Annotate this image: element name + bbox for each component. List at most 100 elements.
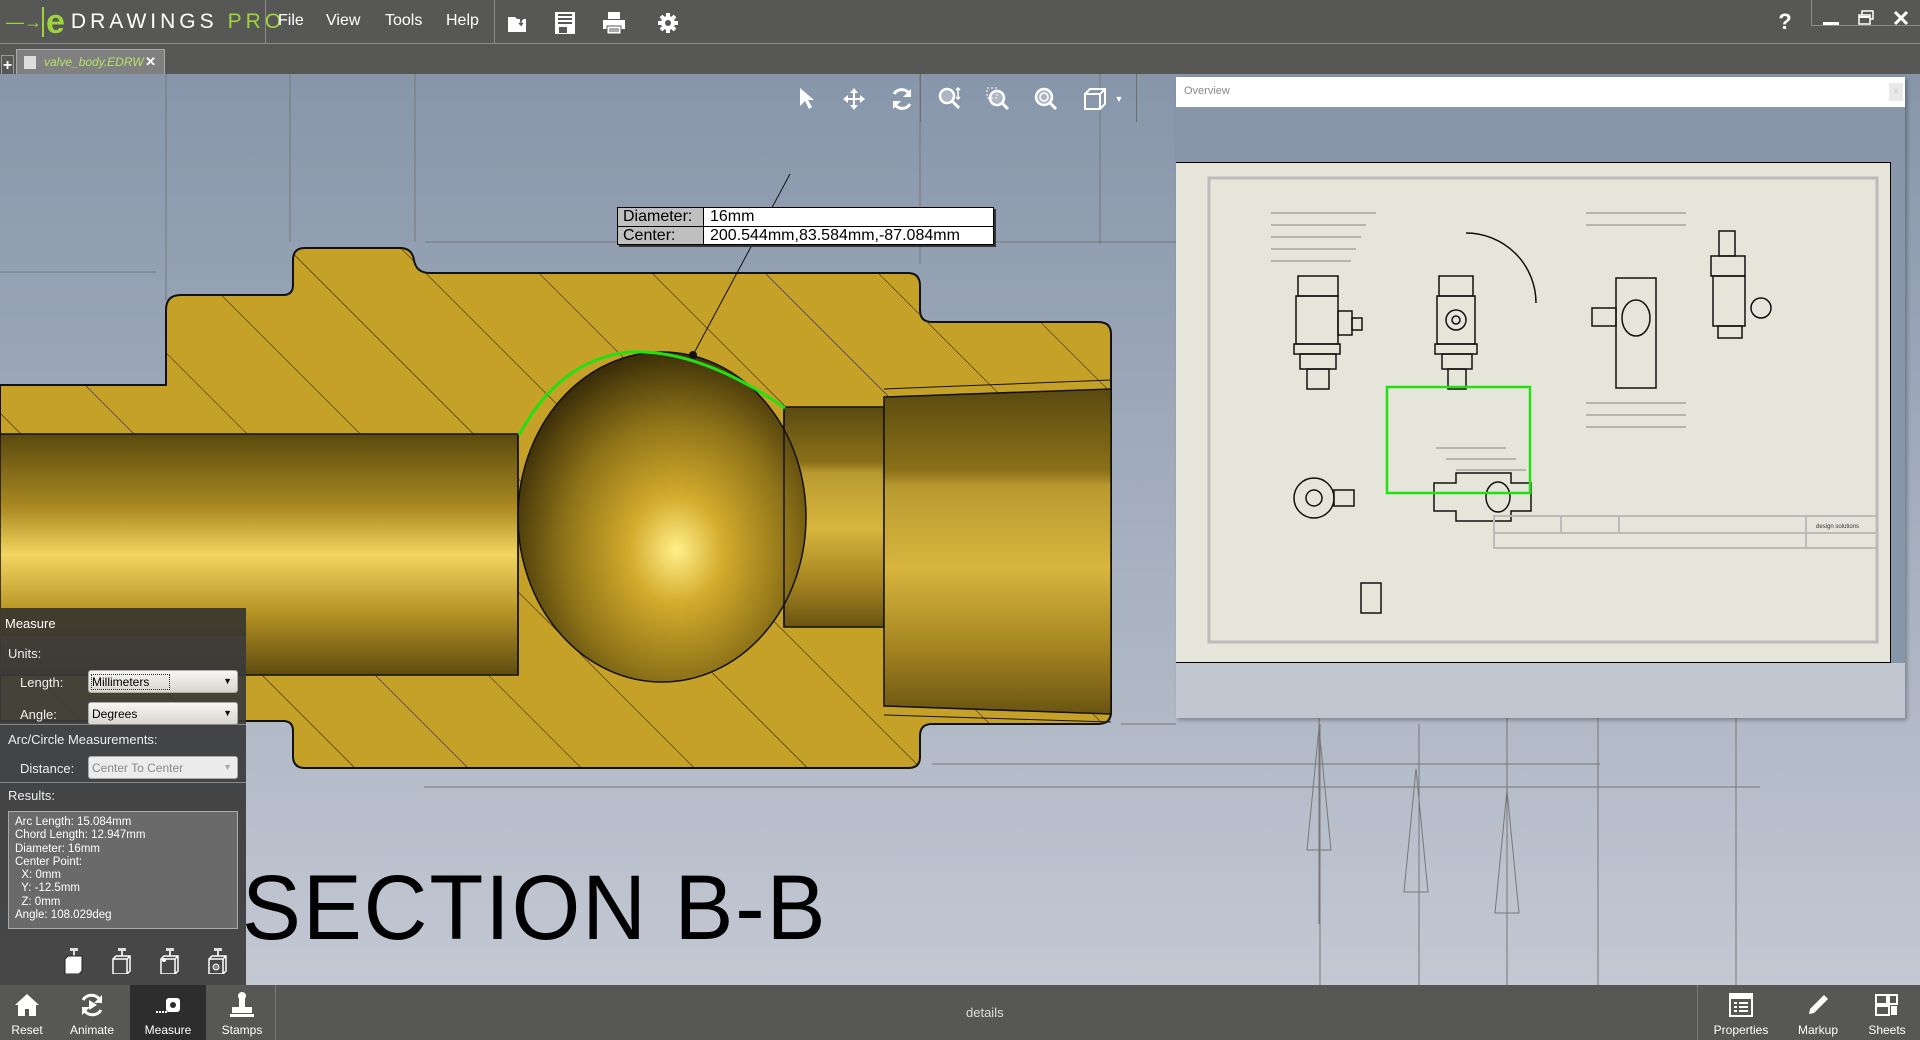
pencil-icon	[1804, 991, 1832, 1019]
callout-row: Diameter: 16mm	[618, 208, 993, 226]
reset-button[interactable]: Reset	[0, 985, 54, 1040]
sheets-label: Sheets	[1868, 1023, 1906, 1037]
dimension-lines	[1271, 212, 1686, 471]
restore-button[interactable]	[1850, 4, 1882, 32]
company-logo-text: design solutions	[1816, 524, 1859, 530]
animate-icon	[78, 991, 106, 1019]
callout-value: 16mm	[710, 208, 755, 225]
distance-value: Center To Center	[92, 761, 184, 775]
measurement-callout: Diameter: 16mm Center: 200.544mm,83.584mm,…	[617, 207, 994, 245]
zoom-to-fit-icon[interactable]	[1031, 84, 1061, 114]
stamp-icon	[228, 991, 256, 1019]
callout-row: Center: 200.544mm,83.584mm,-87.084mm	[618, 226, 993, 244]
close-icon	[1893, 10, 1909, 26]
tab-bar: + valve_body.EDRW ✕	[0, 45, 1920, 74]
zoom-icon[interactable]	[935, 84, 965, 114]
measure-panel: Measure Units: Length: Millimeters ▼ Angl…	[0, 608, 246, 985]
viewport-indicator	[1385, 385, 1532, 495]
print-icon[interactable]	[601, 10, 627, 36]
divider	[1697, 985, 1698, 1040]
result-line: Diameter: 16mm	[15, 842, 100, 855]
drawing-canvas[interactable]: ▼ Diameter: 16mm Center: 200.544mm,83.584m…	[0, 74, 1920, 985]
overview-panel[interactable]: Overview x design solutions	[1176, 77, 1905, 718]
right-bore-tapered	[883, 388, 1112, 715]
view-orientation-icon[interactable]	[1080, 84, 1110, 114]
tab-close-icon[interactable]: ✕	[145, 54, 156, 70]
chevron-down-icon: ▼	[223, 708, 232, 718]
zoom-to-area-icon[interactable]	[983, 84, 1013, 114]
open-icon[interactable]	[505, 10, 531, 36]
animate-label: Animate	[69, 1023, 115, 1037]
divider	[265, 0, 266, 44]
ball-cavity	[517, 351, 807, 683]
stamps-button[interactable]: Stamps	[210, 985, 274, 1040]
overview-close-button[interactable]: x	[1889, 83, 1903, 101]
settings-icon[interactable]	[655, 10, 681, 36]
divider	[1811, 0, 1812, 26]
sheet-border	[1207, 176, 1879, 644]
animate-button[interactable]: Animate	[58, 985, 126, 1040]
measure-vertex-icon[interactable]	[159, 948, 181, 974]
overview-sheet-thumbnail[interactable]: design solutions	[1176, 162, 1891, 663]
properties-button[interactable]: Properties	[1708, 985, 1774, 1040]
tab-label: valve_body.EDRW	[44, 55, 144, 69]
divider	[0, 724, 246, 725]
pan-icon[interactable]	[839, 84, 869, 114]
select-icon[interactable]	[792, 84, 822, 114]
minimize-icon	[1823, 21, 1839, 25]
measure-face-icon[interactable]	[63, 948, 85, 974]
result-line: Chord Length: 12.947mm	[15, 829, 146, 842]
menu-file[interactable]: File	[278, 12, 304, 30]
measure-tools	[0, 933, 246, 985]
result-line: Angle: 108.029deg	[15, 909, 112, 922]
rotate-icon[interactable]	[887, 84, 917, 114]
save-icon[interactable]	[552, 10, 578, 36]
markup-button[interactable]: Markup	[1790, 985, 1846, 1040]
properties-label: Properties	[1713, 1023, 1769, 1037]
overview-title: Overview	[1184, 85, 1230, 97]
menu-tools[interactable]: Tools	[385, 12, 422, 30]
new-tab-button[interactable]: +	[1, 55, 14, 74]
tab-valve-body[interactable]: valve_body.EDRW ✕	[16, 49, 165, 74]
measure-button[interactable]: Measure	[130, 985, 206, 1040]
menu-help[interactable]: Help	[446, 12, 479, 30]
divider	[275, 985, 276, 1040]
section-a-a-view	[1591, 277, 1657, 389]
logo-e: e	[42, 5, 65, 39]
home-icon	[13, 991, 41, 1019]
help-button[interactable]: ?	[1769, 8, 1801, 36]
divider	[1136, 74, 1137, 122]
minimize-button[interactable]	[1815, 4, 1847, 32]
sheets-icon	[1873, 991, 1901, 1019]
distance-label: Distance:	[20, 761, 75, 776]
units-label: Units:	[8, 646, 42, 661]
detail-c-view	[1360, 582, 1382, 614]
isometric-view	[1710, 230, 1772, 339]
view-orientation-dropdown[interactable]: ▼	[1113, 84, 1125, 114]
distance-select[interactable]: Center To Center ▼	[88, 756, 238, 779]
bottom-toolbar: Reset Animate Measure Stamps details Pro…	[0, 985, 1920, 1040]
status-text: details	[966, 1005, 1004, 1020]
title-block	[1493, 515, 1878, 549]
document-icon	[24, 55, 36, 69]
angle-units-select[interactable]: Degrees ▼	[88, 702, 238, 725]
chevron-down-icon: ▼	[223, 676, 232, 686]
markup-label: Markup	[1797, 1023, 1838, 1037]
results-box: Arc Length: 15.084mm Chord Length: 12.94…	[8, 811, 238, 929]
measure-edge-icon[interactable]	[111, 948, 133, 974]
menu-view[interactable]: View	[326, 12, 360, 30]
length-units-select[interactable]: Millimeters ▼	[88, 670, 238, 693]
divider	[0, 782, 246, 783]
result-line: Y: -12.5mm	[15, 882, 80, 895]
measure-center-icon[interactable]	[207, 948, 229, 974]
stamps-label: Stamps	[221, 1023, 263, 1037]
logo-pro: PRO	[227, 10, 286, 33]
logo-arrow-icon: —→	[6, 11, 42, 32]
sheet-drawing: design solutions	[1207, 176, 1879, 644]
result-line: X: 0mm	[15, 869, 62, 882]
measure-panel-title: Measure	[0, 608, 246, 636]
divider	[494, 0, 495, 44]
sheets-button[interactable]: Sheets	[1862, 985, 1912, 1040]
close-button[interactable]	[1885, 4, 1917, 32]
overview-header: Overview x	[1176, 77, 1905, 107]
